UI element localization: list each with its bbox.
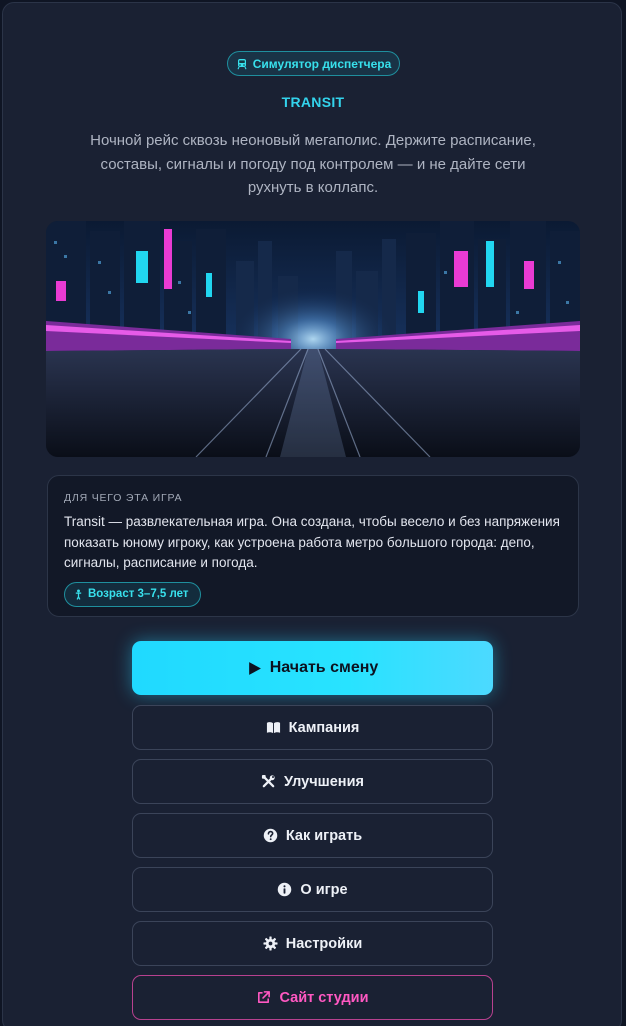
info-circle-icon	[278, 882, 292, 897]
game-subtitle: Ночной рейс сквозь неоновый мегаполис. Д…	[90, 132, 536, 196]
mode-badge: Симулятор диспетчера	[227, 51, 400, 76]
studio-site-label: Сайт студии	[279, 989, 369, 1006]
person-icon	[75, 588, 82, 600]
train-icon	[237, 58, 247, 69]
start-shift-button[interactable]: Начать смену	[132, 641, 493, 695]
settings-label: Настройки	[285, 935, 363, 952]
game-title: TRANSIT	[281, 94, 345, 110]
badge-label: Симулятор диспетчера	[252, 56, 392, 71]
info-heading: ДЛЯ ЧЕГО ЭТА ИГРА	[64, 492, 183, 504]
how-to-play-button[interactable]: Как играть	[132, 813, 493, 858]
settings-button[interactable]: Настройки	[132, 921, 493, 966]
play-icon	[248, 661, 261, 675]
main-panel: Симулятор диспетчера TRANSIT Ночной рейс…	[2, 2, 622, 1026]
external-link-icon	[258, 991, 271, 1003]
hero-image	[46, 221, 580, 457]
about-button[interactable]: О игре	[132, 867, 493, 912]
start-shift-label: Начать смену	[269, 659, 379, 676]
book-icon	[266, 722, 280, 734]
age-badge: Возраст 3–7,5 лет	[64, 581, 201, 607]
info-card: ДЛЯ ЧЕГО ЭТА ИГРА Transit — развлекатель…	[47, 475, 579, 617]
how-to-play-label: Как играть	[285, 827, 363, 844]
campaign-label: Кампания	[288, 719, 360, 736]
gear-icon	[263, 936, 278, 951]
question-circle-icon	[263, 828, 278, 843]
neon-city-rail-illustration	[46, 221, 580, 457]
studio-site-button[interactable]: Сайт студии	[132, 975, 493, 1020]
upgrades-label: Улучшения	[284, 773, 364, 790]
tools-icon	[261, 774, 275, 788]
campaign-button[interactable]: Кампания	[132, 705, 493, 750]
about-label: О игре	[300, 881, 348, 898]
age-label: Возраст 3–7,5 лет	[88, 588, 189, 600]
upgrades-button[interactable]: Улучшения	[132, 759, 493, 804]
info-text: Transit — развлекательная игра. Она созд…	[64, 514, 560, 570]
